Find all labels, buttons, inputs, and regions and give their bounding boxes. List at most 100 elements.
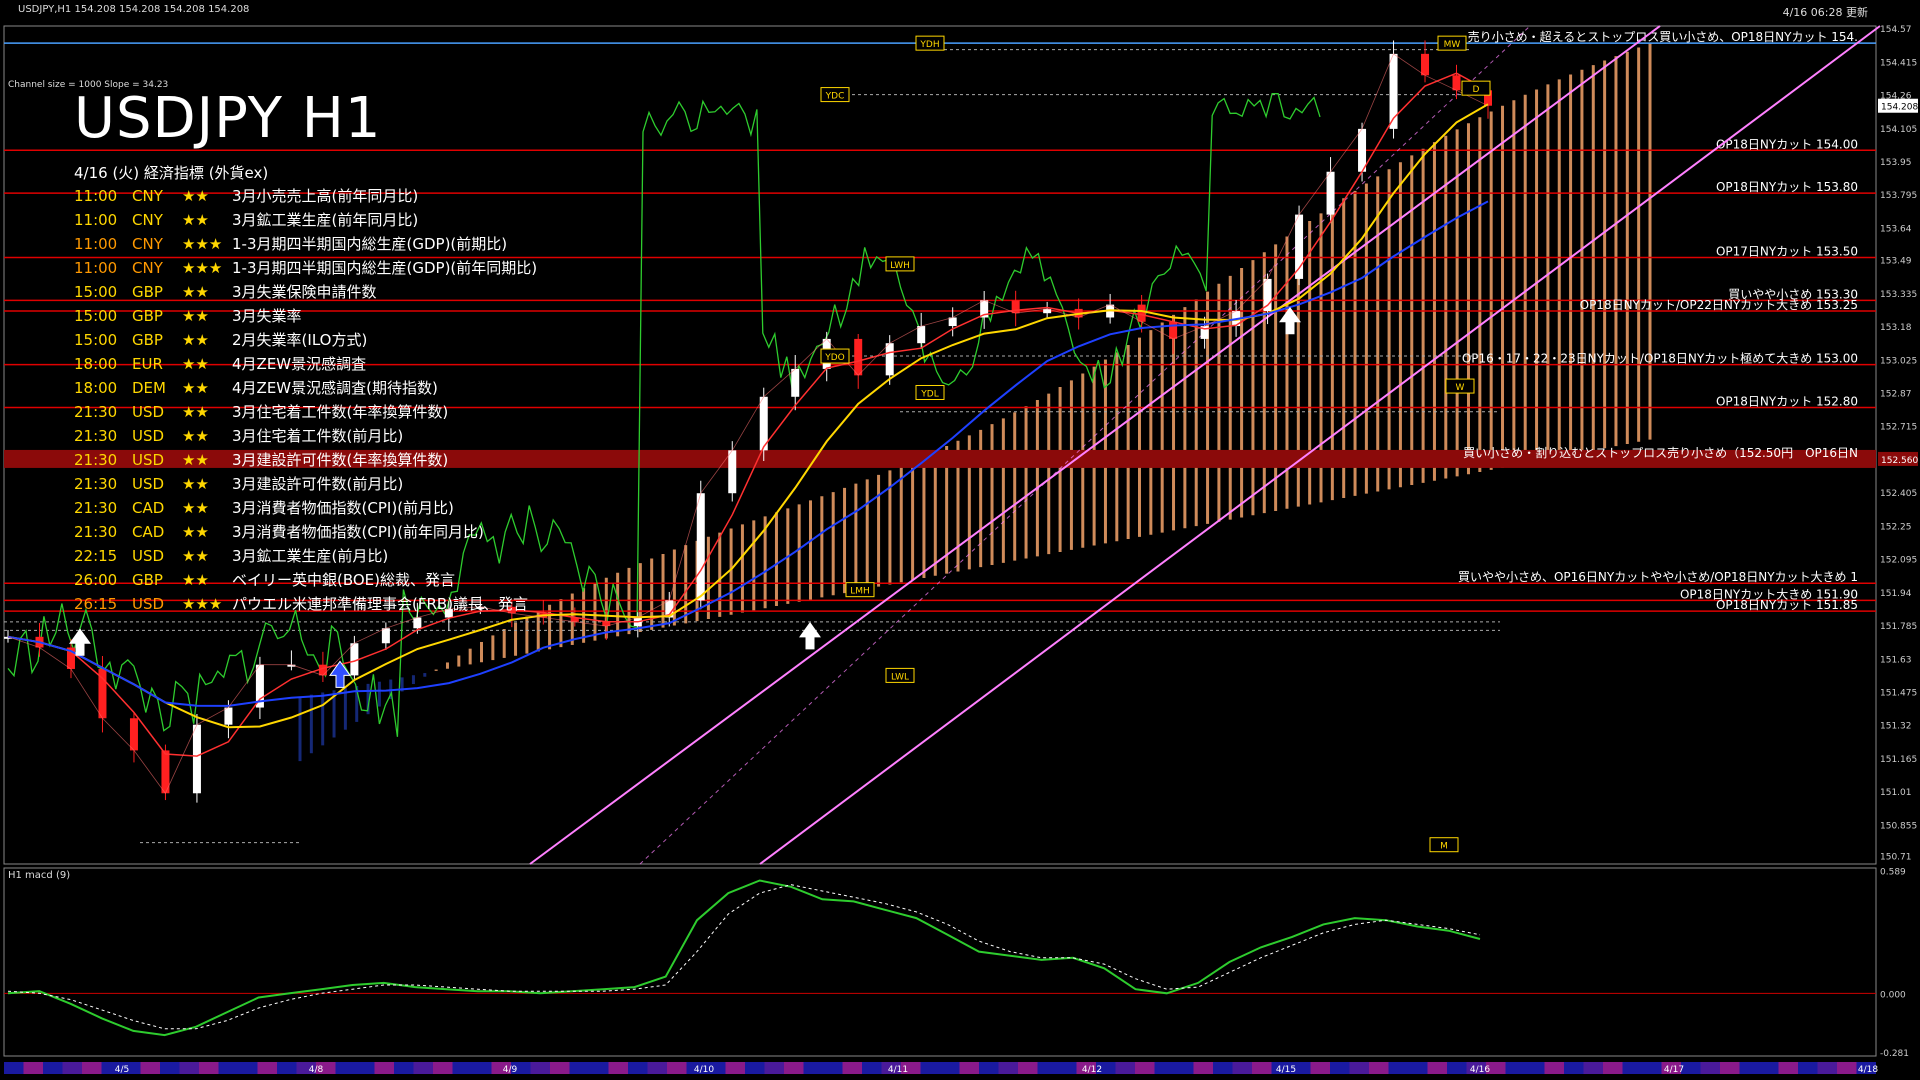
econ-event-row: 26:15 USD ★★★ パウエル米連邦準備理事会(FRB)議長、発言 xyxy=(74,592,537,616)
session-strip-cell xyxy=(160,1062,180,1074)
econ-event-row: 21:30 USD ★★ 3月建設許可件数(前月比) xyxy=(74,472,537,496)
level-label: OP17日NYカット 153.50 xyxy=(1716,244,1858,258)
x-axis-tick-label: 4/18 xyxy=(1858,1065,1878,1075)
econ-event-importance: ★★ xyxy=(182,475,209,493)
econ-event-currency: USD xyxy=(132,403,165,421)
econ-event-name: 4月ZEW景況感調査(期待指数) xyxy=(232,379,438,397)
x-axis-tick-label: 4/12 xyxy=(1082,1065,1102,1075)
current-price-label: 154.208 xyxy=(1881,103,1918,113)
session-strip-cell xyxy=(1720,1062,1740,1074)
session-strip-cell xyxy=(1564,1062,1584,1074)
marker-label-ydc: YDC xyxy=(825,92,845,102)
session-strip-cell xyxy=(550,1062,570,1074)
session-strip-cell xyxy=(1622,1062,1642,1074)
marker-label-mw: MW xyxy=(1444,40,1461,50)
macd-y-tick-label: 0.000 xyxy=(1880,990,1906,1000)
level-label: 買いやや小さめ、OP16日NYカットやや小さめ/OP18日NYカット大きめ 1 xyxy=(1458,570,1858,584)
econ-event-row: 11:00 CNY ★★ 3月小売売上高(前年同月比) xyxy=(74,184,537,208)
candle-body xyxy=(1421,53,1430,76)
econ-event-name: 2月失業率(ILO方式) xyxy=(232,331,368,349)
econ-event-currency: CNY xyxy=(132,235,163,253)
macd-y-tick-label: 0.589 xyxy=(1880,867,1906,877)
session-strip-cell xyxy=(277,1062,297,1074)
session-strip-cell xyxy=(140,1062,160,1074)
econ-event-name: 3月失業率 xyxy=(232,307,302,325)
session-strip-cell xyxy=(238,1062,258,1074)
session-strip-cell xyxy=(628,1062,648,1074)
econ-event-name: 3月住宅着工件数(年率換算件数) xyxy=(232,403,449,421)
candle-body xyxy=(224,707,233,725)
econ-event-row: 21:30 USD ★★ 3月住宅着工件数(年率換算件数) xyxy=(74,400,537,424)
econ-event-time: 21:30 xyxy=(74,403,118,421)
session-strip-cell xyxy=(979,1062,999,1074)
session-strip-cell xyxy=(1232,1062,1252,1074)
econ-event-time: 21:30 xyxy=(74,427,118,445)
session-strip-cell xyxy=(1330,1062,1350,1074)
econ-event-time: 15:00 xyxy=(74,307,118,325)
symbol-info: USDJPY,H1 154.208 154.208 154.208 154.20… xyxy=(18,4,250,15)
chart-title: USDJPY H1 xyxy=(74,86,382,151)
econ-event-name: 3月小売売上高(前年同月比) xyxy=(232,187,419,205)
y-axis-tick-label: 153.335 xyxy=(1880,290,1917,300)
econ-event-name: 3月消費者物価指数(CPI)(前月比) xyxy=(232,499,454,517)
econ-event-time: 26:00 xyxy=(74,571,118,589)
level-label: OP18日NYカット/OP22日NYカット大きめ 153.25 xyxy=(1580,298,1858,312)
y-axis-tick-label: 151.94 xyxy=(1880,589,1912,599)
y-axis-tick-label: 152.095 xyxy=(1880,556,1917,566)
econ-event-name: 3月鉱工業生産(前年同月比) xyxy=(232,211,419,229)
session-strip-cell xyxy=(569,1062,589,1074)
session-strip-cell xyxy=(940,1062,960,1074)
econ-event-time: 18:00 xyxy=(74,379,118,397)
level-label: OP16・17・22・23日NYカット/OP18日NYカット極めて大きめ 153… xyxy=(1462,351,1858,366)
session-strip-cell xyxy=(1700,1062,1720,1074)
session-strip-cell xyxy=(608,1062,628,1074)
econ-event-currency: CAD xyxy=(132,499,165,517)
econ-event-row: 15:00 GBP ★★ 2月失業率(ILO方式) xyxy=(74,328,537,352)
session-strip-cell xyxy=(433,1062,453,1074)
level-label: OP18日NYカット 154.00 xyxy=(1716,137,1858,151)
session-strip-cell xyxy=(1174,1062,1194,1074)
candle-body xyxy=(1137,304,1146,322)
econ-event-row: 11:00 CNY ★★ 3月鉱工業生産(前年同月比) xyxy=(74,208,537,232)
session-strip-cell xyxy=(998,1062,1018,1074)
econ-event-row: 11:00 CNY ★★★ 1-3月期四半期国内総生産(GDP)(前年同期比) xyxy=(74,256,537,280)
x-axis-tick-label: 4/9 xyxy=(503,1065,518,1075)
session-strip-cell xyxy=(199,1062,219,1074)
session-strip-cell xyxy=(374,1062,394,1074)
econ-event-row: 21:30 USD ★★ 3月住宅着工件数(前月比) xyxy=(74,424,537,448)
candle-body xyxy=(948,317,957,327)
y-axis-tick-label: 153.64 xyxy=(1880,224,1912,234)
candle-body xyxy=(696,493,705,601)
econ-event-importance: ★★ xyxy=(182,571,209,589)
econ-event-row: 15:00 GBP ★★ 3月失業保険申請件数 xyxy=(74,280,537,304)
econ-event-name: 3月住宅着工件数(前月比) xyxy=(232,427,404,445)
session-strip-cell xyxy=(1837,1062,1857,1074)
level-label: 売り小さめ・超えるとストップロス買い小さめ、OP18日NYカット 154. xyxy=(1468,29,1858,44)
econ-event-name: 3月鉱工業生産(前月比) xyxy=(232,547,389,565)
econ-event-currency: EUR xyxy=(132,355,163,373)
econ-event-currency: CAD xyxy=(132,523,165,541)
session-strip-cell xyxy=(1798,1062,1818,1074)
session-strip-cell xyxy=(1739,1062,1759,1074)
y-axis-tick-label: 154.415 xyxy=(1880,58,1917,68)
y-axis-tick-label: 152.25 xyxy=(1880,522,1912,532)
econ-event-currency: CNY xyxy=(132,187,163,205)
x-axis-tick-label: 4/11 xyxy=(888,1065,908,1075)
session-strip-cell xyxy=(667,1062,687,1074)
econ-event-time: 21:30 xyxy=(74,451,118,469)
macd-y-tick-label: -0.281 xyxy=(1880,1049,1909,1059)
candle-body xyxy=(1358,128,1367,172)
marker-label-lwl: LWL xyxy=(891,672,909,682)
session-strip-cell xyxy=(1642,1062,1662,1074)
econ-event-importance: ★★ xyxy=(182,211,209,229)
x-axis-tick-label: 4/16 xyxy=(1470,1065,1490,1075)
x-axis-tick-label: 4/15 xyxy=(1276,1065,1296,1075)
session-strip-cell xyxy=(1583,1062,1603,1074)
econ-event-importance: ★★ xyxy=(182,283,209,301)
econ-event-name: 3月失業保険申請件数 xyxy=(232,283,377,301)
candle-body xyxy=(381,628,390,644)
candle-body xyxy=(854,338,863,376)
marker-label-d: D xyxy=(1473,85,1480,95)
update-time: 4/16 06:28 更新 xyxy=(1782,6,1868,19)
session-strip-cell xyxy=(803,1062,823,1074)
